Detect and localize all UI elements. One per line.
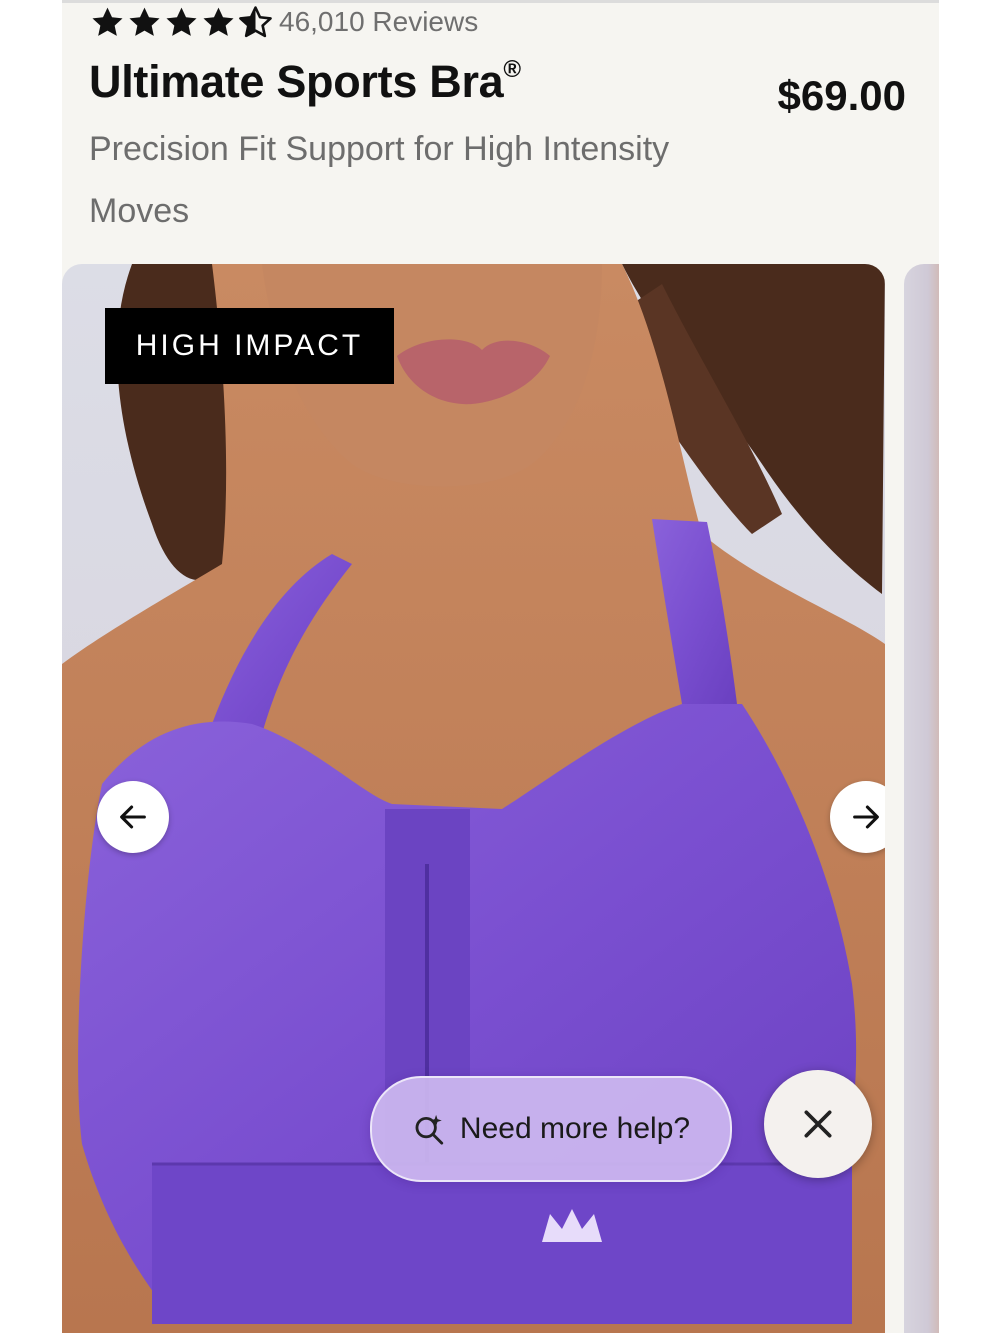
star-half-icon [239,5,272,37]
review-count-link[interactable]: 46,010 Reviews [279,6,478,38]
product-name: Ultimate Sports Bra [89,56,504,107]
product-price: $69.00 [777,72,906,119]
star-full-icon [92,7,123,36]
product-page: 46,010 Reviews Ultimate Sports Bra® $69.… [62,0,939,1333]
product-image-carousel[interactable]: HIGH IMPACT Need more help? [62,264,885,1333]
star-full-icon [166,7,197,36]
registered-mark: ® [503,56,521,83]
arrow-right-icon [853,805,879,829]
next-product-image-peek[interactable] [904,264,939,1333]
product-subtitle: Precision Fit Support for High Intensity… [89,130,670,230]
star-full-icon [203,7,234,36]
need-help-label: Need more help? [459,1112,691,1145]
previous-image-button[interactable] [97,781,169,853]
top-divider [62,0,939,3]
product-title: Ultimate Sports Bra® [89,56,521,108]
star-full-icon [129,7,160,36]
arrow-left-icon [120,805,146,829]
high-impact-badge: HIGH IMPACT [105,308,394,384]
need-help-button[interactable]: Need more help? [370,1076,732,1182]
close-help-button[interactable] [764,1070,872,1178]
star-rating [90,5,273,40]
rating-row[interactable]: 46,010 Reviews [90,4,478,40]
close-icon [804,1110,832,1138]
sparkle-search-icon [415,1114,444,1145]
